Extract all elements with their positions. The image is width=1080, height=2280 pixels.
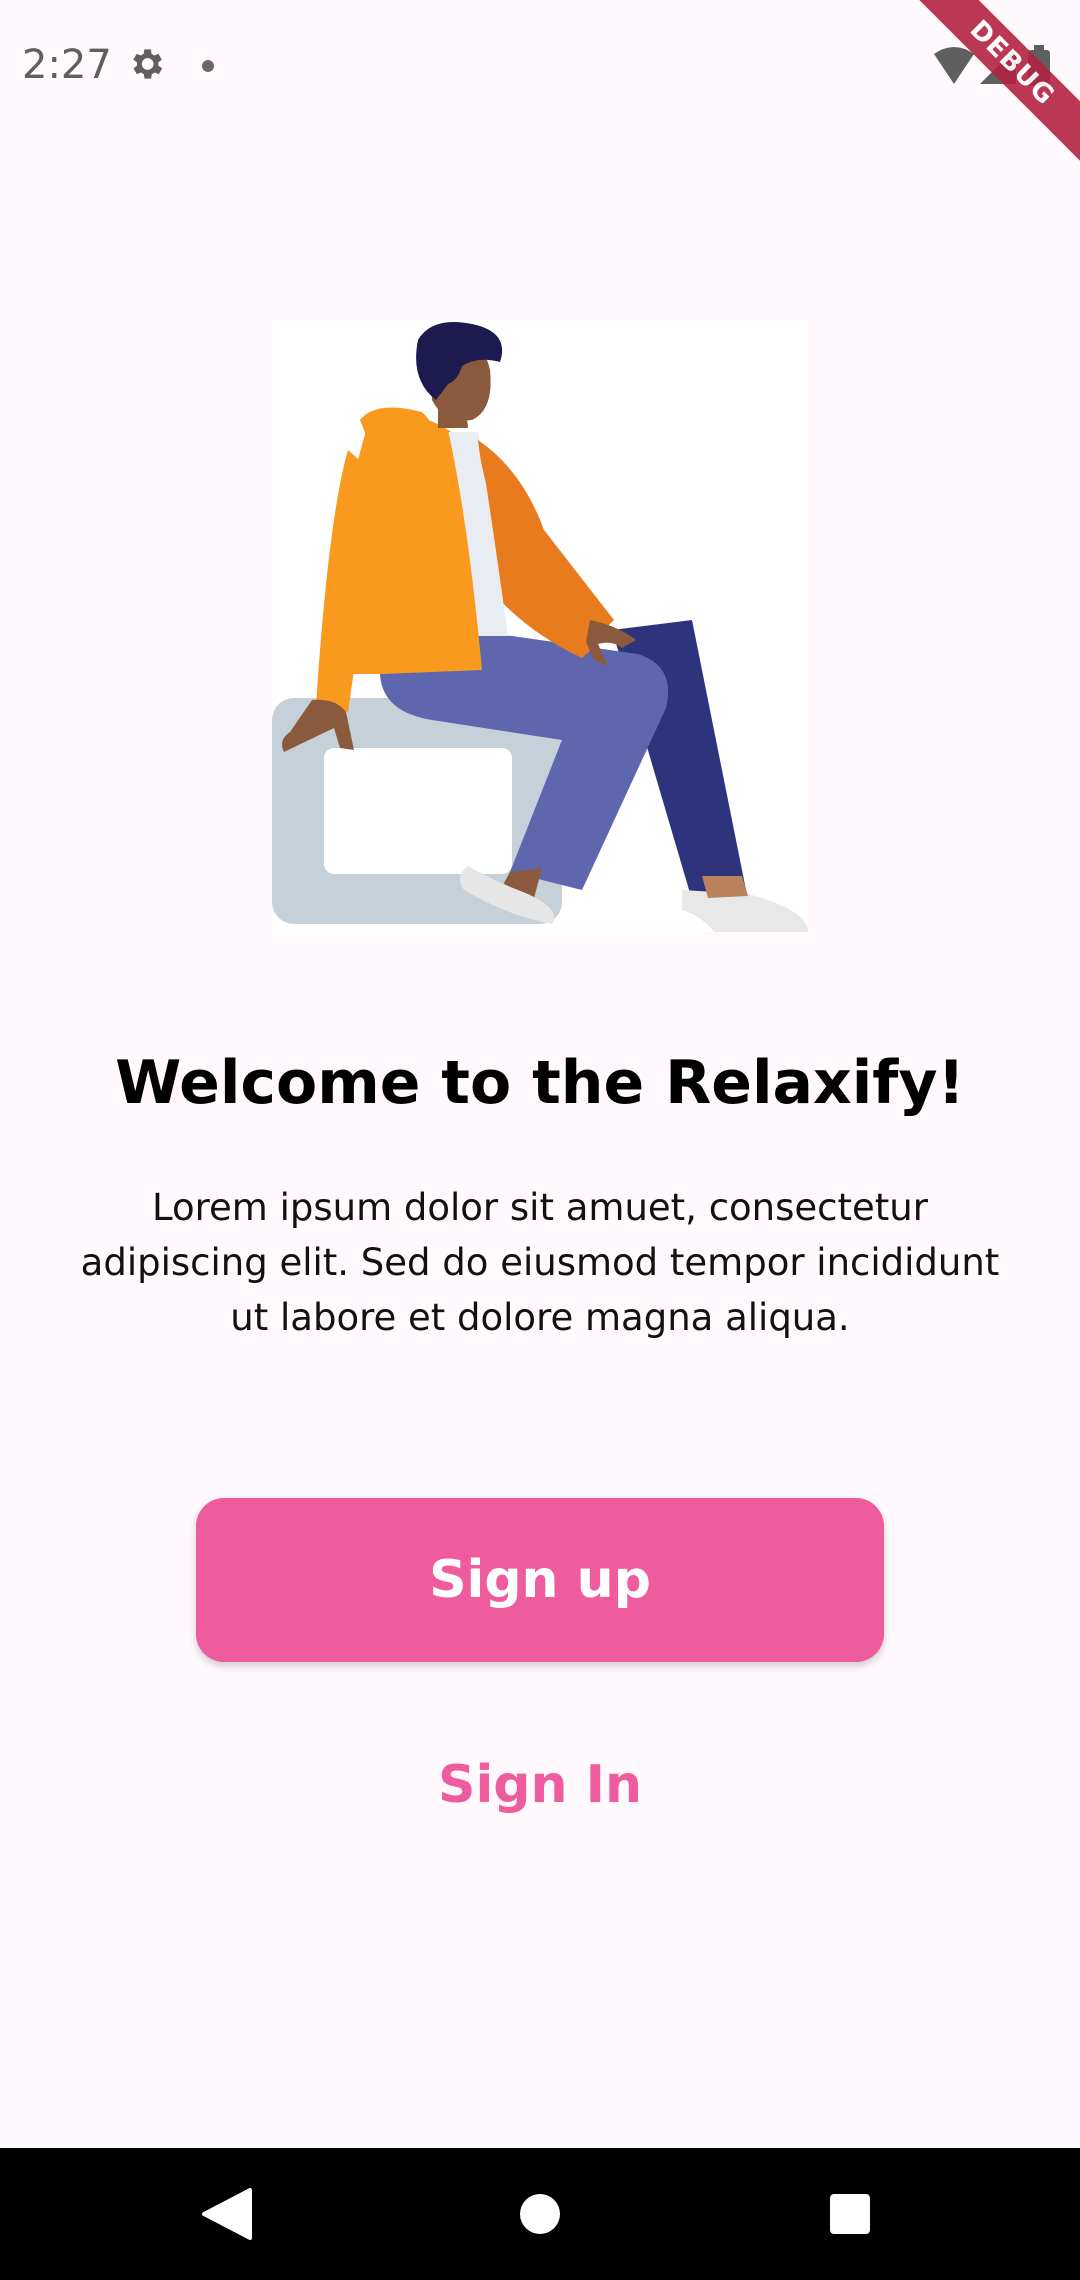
recents-icon[interactable]	[814, 2178, 886, 2250]
back-icon[interactable]	[190, 2178, 262, 2250]
welcome-title: Welcome to the Relaxify!	[115, 1048, 965, 1118]
system-nav-bar	[0, 2148, 1080, 2280]
signin-button[interactable]: Sign In	[340, 1740, 740, 1830]
signup-button-label: Sign up	[429, 1550, 651, 1610]
wifi-icon	[934, 47, 974, 84]
gear-icon	[133, 49, 163, 79]
signin-button-label: Sign In	[438, 1755, 642, 1815]
status-time: 2:27	[22, 42, 112, 88]
home-icon[interactable]	[504, 2178, 576, 2250]
signup-button[interactable]: Sign up	[196, 1498, 884, 1662]
person-sitting-illustration	[272, 320, 808, 932]
onboarding-screen: 2:27 DEBUG Welcome to the Relaxify! Lore…	[0, 0, 1080, 2280]
notification-dot-icon	[202, 60, 214, 72]
status-bar: 2:27	[0, 0, 1080, 132]
welcome-description: Lorem ipsum dolor sit amuet, consectetur…	[80, 1186, 1000, 1339]
